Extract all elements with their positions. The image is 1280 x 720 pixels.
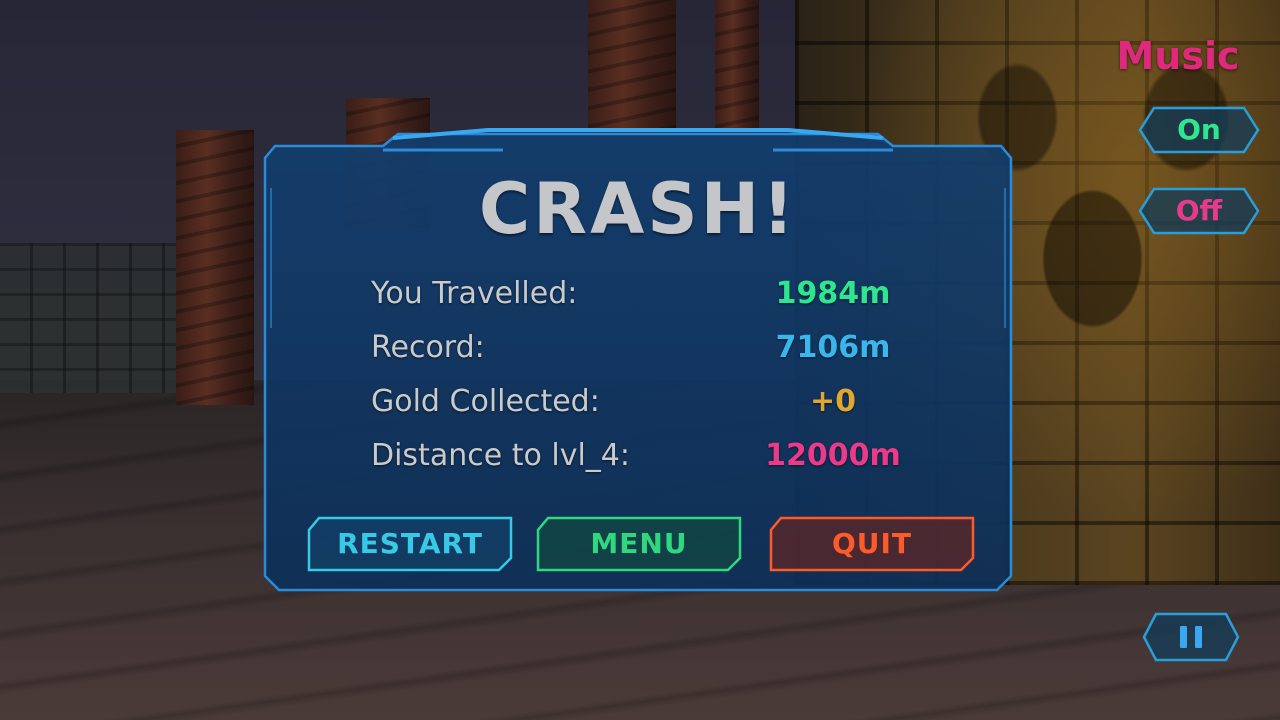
gold-label: Gold Collected: — [371, 384, 600, 419]
distance-label: Distance to lvl_4: — [371, 438, 630, 473]
travelled-value: 1984m — [775, 276, 891, 311]
travelled-label: You Travelled: — [371, 276, 578, 311]
quit-label: QUIT — [831, 527, 913, 560]
record-value: 7106m — [775, 330, 891, 365]
menu-button[interactable]: MENU — [536, 516, 742, 572]
music-off-button[interactable]: Off — [1138, 187, 1260, 235]
music-off-label: Off — [1175, 194, 1223, 227]
restart-button[interactable]: RESTART — [307, 516, 513, 572]
quit-button[interactable]: QUIT — [769, 516, 975, 572]
wooden-pillar — [176, 130, 254, 405]
restart-label: RESTART — [337, 527, 483, 560]
music-title: Music — [1116, 34, 1240, 78]
menu-label: MENU — [590, 527, 688, 560]
gold-value: +0 — [809, 384, 856, 419]
music-on-label: On — [1177, 113, 1221, 146]
wooden-pillar — [588, 0, 676, 130]
distance-value: 12000m — [765, 438, 901, 473]
music-on-button[interactable]: On — [1138, 106, 1260, 154]
wooden-pillar — [715, 0, 759, 130]
crash-dialog: CRASH! You Travelled: 1984m Record: 7106… — [263, 128, 1013, 594]
record-label: Record: — [371, 330, 485, 365]
pause-button[interactable] — [1142, 612, 1240, 662]
crash-title: CRASH! — [478, 168, 798, 250]
